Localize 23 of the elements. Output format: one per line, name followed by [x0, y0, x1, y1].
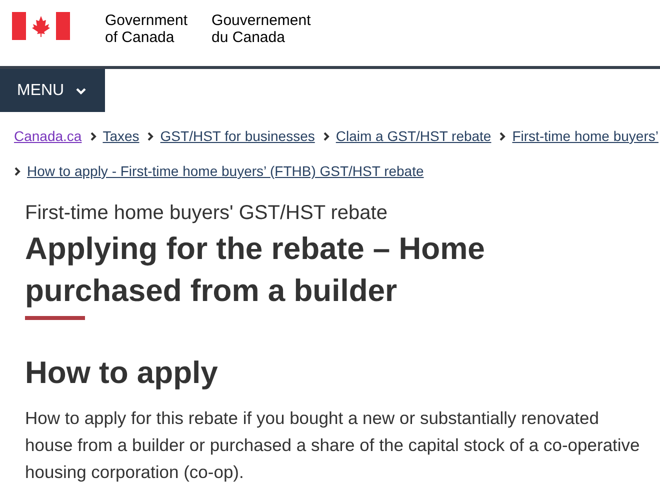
- chevron-icon: [322, 132, 330, 141]
- breadcrumb-link[interactable]: Canada.ca: [14, 126, 82, 147]
- menu-button[interactable]: MENU: [0, 69, 105, 112]
- page-subtitle: First-time home buyers' GST/HST rebate: [25, 201, 388, 226]
- intro-paragraph: How to apply for this rebate if you bought a new or substantially renovated house from a builder or purchased a share of the capital stock of a co-operative housing corporation (co-op).: [25, 406, 641, 484]
- breadcrumb-link[interactable]: Claim a GST/HST rebate: [336, 126, 492, 147]
- breadcrumb-link[interactable]: How to apply - First-time home buyers’ (FTHB) GST/HST rebate: [27, 161, 424, 182]
- government-name: Gouvernement: [212, 12, 311, 29]
- flag-icon: [12, 12, 70, 40]
- chevron-icon: [499, 132, 506, 141]
- government-name: Government: [105, 12, 188, 29]
- chevron-icon: [90, 132, 97, 141]
- chevron-icon: [76, 86, 86, 94]
- page-title: Applying for the rebate – Home purchased from a builder: [25, 230, 486, 310]
- breadcrumb-link[interactable]: Taxes: [102, 126, 140, 147]
- chevron-icon: [147, 132, 154, 141]
- breadcrumb-link[interactable]: First-time home buyers’: [512, 126, 658, 147]
- title-underline: [25, 316, 85, 320]
- chevron-icon: [14, 167, 21, 176]
- breadcrumb-link[interactable]: GST/HST for businesses: [160, 126, 315, 147]
- government-name: du Canada: [212, 29, 286, 46]
- government-name: of Canada: [105, 29, 176, 46]
- section-heading: How to apply: [25, 354, 219, 392]
